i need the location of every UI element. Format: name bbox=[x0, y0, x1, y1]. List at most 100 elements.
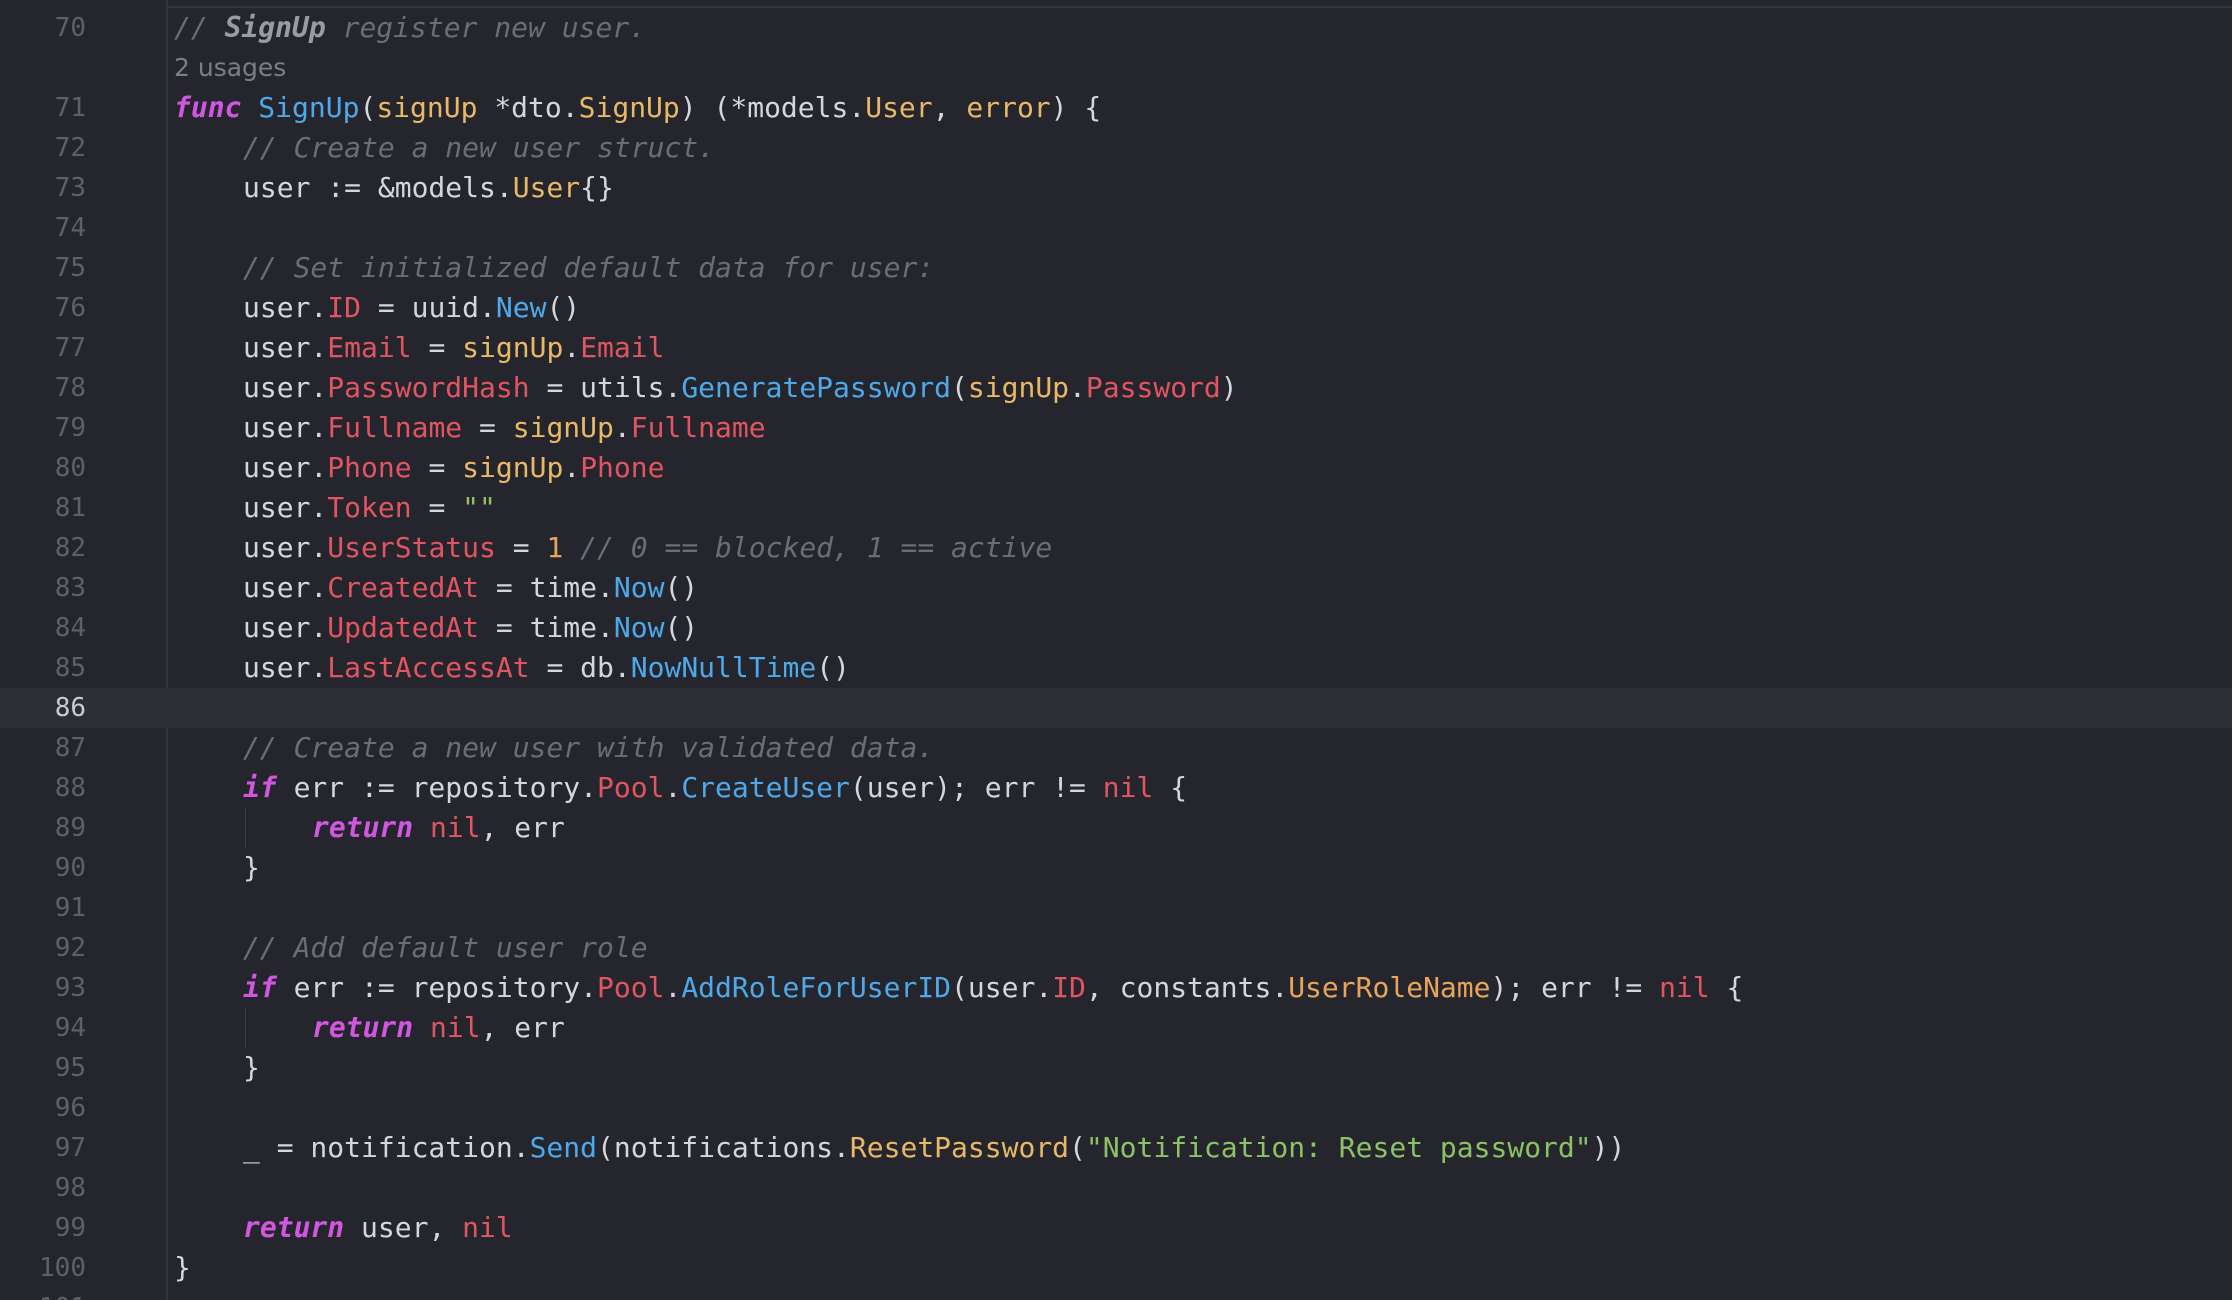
code-token: // Add default user role bbox=[243, 931, 648, 964]
code-text[interactable]: return user, nil bbox=[243, 1208, 513, 1248]
code-text[interactable]: user.CreatedAt = time.Now() bbox=[243, 568, 698, 608]
code-editor[interactable]: 70// SignUp register new user. 2 usages 71… bbox=[0, 0, 2232, 1300]
code-text[interactable]: user := &models.User{} bbox=[243, 168, 614, 208]
code-line[interactable]: 98 bbox=[0, 1168, 2232, 1208]
code-line[interactable]: 87 // Create a new user with validated da… bbox=[0, 728, 2232, 768]
code-token: Send bbox=[529, 1131, 598, 1164]
code-text[interactable]: } bbox=[243, 1048, 260, 1088]
code-line[interactable]: 89 return nil, err bbox=[0, 808, 2232, 848]
code-token: Now bbox=[613, 611, 665, 644]
code-line[interactable]: 90} bbox=[0, 848, 2232, 888]
code-token: _ = notification. bbox=[243, 1131, 530, 1164]
code-line[interactable]: 84 user.UpdatedAt = time.Now() bbox=[0, 608, 2232, 648]
code-text[interactable]: // Create a new user with validated data… bbox=[243, 728, 934, 768]
code-token: err := repository. bbox=[276, 971, 598, 1004]
code-line[interactable]: 94 return nil, err bbox=[0, 1008, 2232, 1048]
code-token: } bbox=[243, 851, 260, 884]
code-token: { bbox=[1153, 771, 1188, 804]
code-token: nil bbox=[1102, 771, 1154, 804]
line-number: 98 bbox=[54, 1173, 86, 1203]
code-line[interactable]: 97 _ = notification.Send(notifications.Re… bbox=[0, 1128, 2232, 1168]
line-number: 73 bbox=[54, 173, 86, 203]
code-line[interactable]: 86 bbox=[0, 688, 2232, 728]
code-line[interactable]: 88 if err := repository.Pool.CreateUser(u… bbox=[0, 768, 2232, 808]
code-line[interactable]: 73 user := &models.User{} bbox=[0, 168, 2232, 208]
code-text[interactable]: user.PasswordHash = utils.GeneratePasswo… bbox=[243, 368, 1238, 408]
code-token: {} bbox=[580, 171, 614, 204]
code-text[interactable]: user.LastAccessAt = db.NowNullTime() bbox=[243, 648, 850, 688]
code-line[interactable]: 78 user.PasswordHash = utils.GeneratePass… bbox=[0, 368, 2232, 408]
code-token: = bbox=[411, 331, 463, 364]
code-line[interactable]: 101 bbox=[0, 1288, 2232, 1300]
code-text[interactable]: user.Fullname = signUp.Fullname bbox=[243, 408, 766, 448]
code-line[interactable]: 92 // Add default user role bbox=[0, 928, 2232, 968]
code-line[interactable]: 77 user.Email = signUp.Email bbox=[0, 328, 2232, 368]
code-line[interactable]: 70 // SignUp register new user. bbox=[0, 8, 2232, 48]
code-line[interactable]: 100} bbox=[0, 1248, 2232, 1288]
code-text[interactable]: if err := repository.Pool.CreateUser(use… bbox=[243, 768, 1187, 808]
code-text[interactable]: user.Email = signUp.Email bbox=[243, 328, 664, 368]
code-line[interactable]: 80 user.Phone = signUp.Phone bbox=[0, 448, 2232, 488]
code-token: Phone bbox=[327, 451, 412, 484]
code-text[interactable]: user.UpdatedAt = time.Now() bbox=[243, 608, 698, 648]
code-token: user. bbox=[243, 371, 328, 404]
code-text[interactable]: // Set initialized default data for user… bbox=[243, 248, 934, 288]
code-token: ( bbox=[1069, 1131, 1086, 1164]
code-line[interactable]: 96 bbox=[0, 1088, 2232, 1128]
code-token: Email bbox=[327, 331, 412, 364]
code-line[interactable]: 75 // Set initialized default data for us… bbox=[0, 248, 2232, 288]
code-text[interactable]: } bbox=[174, 1248, 191, 1288]
code-line[interactable]: 71 func SignUp(signUp *dto.SignUp) (*mode… bbox=[0, 88, 2232, 128]
line-number: 80 bbox=[54, 453, 86, 483]
code-text[interactable]: } bbox=[243, 848, 260, 888]
code-text[interactable]: _ = notification.Send(notifications.Rese… bbox=[243, 1128, 1625, 1168]
code-text[interactable]: if err := repository.Pool.AddRoleForUser… bbox=[243, 968, 1743, 1008]
code-line[interactable]: 81 user.Token = "" bbox=[0, 488, 2232, 528]
code-line[interactable]: 93 if err := repository.Pool.AddRoleForUs… bbox=[0, 968, 2232, 1008]
code-text[interactable]: // SignUp register new user. bbox=[174, 8, 646, 48]
code-token: UserStatus bbox=[327, 531, 496, 564]
code-line[interactable]: 72 // Create a new user struct. bbox=[0, 128, 2232, 168]
code-token: 1 bbox=[546, 531, 564, 564]
line-number: 76 bbox=[54, 293, 86, 323]
code-token: user. bbox=[243, 571, 328, 604]
code-text[interactable]: user.Phone = signUp.Phone bbox=[243, 448, 664, 488]
code-line[interactable]: 91 bbox=[0, 888, 2232, 928]
code-token: = utils. bbox=[529, 371, 682, 404]
code-token: Password bbox=[1085, 371, 1221, 404]
code-token: NowNullTime bbox=[630, 651, 817, 684]
code-text[interactable]: user.UserStatus = 1 // 0 == blocked, 1 =… bbox=[243, 528, 1052, 568]
code-token: signUp bbox=[462, 331, 564, 364]
code-line[interactable]: 82 user.UserStatus = 1 // 0 == blocked, 1… bbox=[0, 528, 2232, 568]
code-line[interactable]: 99 return user, nil bbox=[0, 1208, 2232, 1248]
code-token: ResetPassword bbox=[849, 1131, 1070, 1164]
code-line[interactable]: 76 user.ID = uuid.New() bbox=[0, 288, 2232, 328]
line-number: 94 bbox=[54, 1013, 86, 1043]
code-text[interactable]: // Add default user role bbox=[243, 928, 648, 968]
code-token: (user. bbox=[951, 971, 1053, 1004]
code-text[interactable]: func SignUp(signUp *dto.SignUp) (*models… bbox=[174, 88, 1101, 128]
line-number: 86 bbox=[54, 693, 86, 723]
code-text[interactable]: user.Token = "" bbox=[243, 488, 496, 528]
code-line[interactable]: 83 user.CreatedAt = time.Now() bbox=[0, 568, 2232, 608]
code-lines[interactable]: 70// SignUp register new user. 2 usages 71… bbox=[0, 8, 2232, 1300]
code-text[interactable]: user.ID = uuid.New() bbox=[243, 288, 580, 328]
line-number: 89 bbox=[54, 813, 86, 843]
code-text[interactable]: // Create a new user struct. bbox=[243, 128, 715, 168]
code-token: nil bbox=[430, 1011, 481, 1044]
code-line[interactable]: 79 user.Fullname = signUp.Fullname bbox=[0, 408, 2232, 448]
line-number: 87 bbox=[54, 733, 86, 763]
code-token: )) bbox=[1591, 1131, 1626, 1164]
code-token: () bbox=[664, 571, 699, 604]
code-token: "Notification: Reset password" bbox=[1085, 1131, 1592, 1164]
code-token: Fullname bbox=[327, 411, 463, 444]
code-line[interactable]: 95} bbox=[0, 1048, 2232, 1088]
code-text[interactable]: return nil, err bbox=[312, 808, 565, 848]
code-token: , err bbox=[480, 1011, 565, 1044]
code-line[interactable]: 74 bbox=[0, 208, 2232, 248]
usages-hint[interactable]: 2 usages bbox=[174, 48, 286, 88]
code-line[interactable]: 85 user.LastAccessAt = db.NowNullTime() bbox=[0, 648, 2232, 688]
code-token: } bbox=[243, 1051, 260, 1084]
code-token: Pool bbox=[597, 971, 665, 1004]
code-text[interactable]: return nil, err bbox=[312, 1008, 565, 1048]
